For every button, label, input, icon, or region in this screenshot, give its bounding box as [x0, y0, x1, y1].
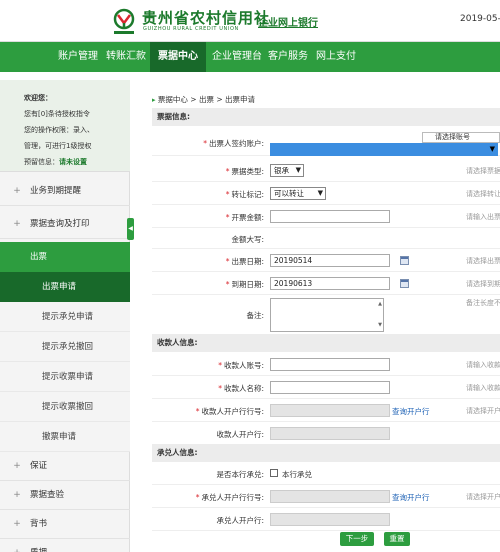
current-date: 2019-05-14	[460, 14, 500, 24]
calendar-icon[interactable]	[400, 256, 409, 265]
sidebar-group-issue[interactable]: 出票	[0, 242, 130, 272]
row-transfer-flag: * 转让标记: 可以转让 ▼ 请选择转让	[152, 183, 500, 205]
bank-logo-icon	[113, 8, 135, 34]
payee-bank-input[interactable]	[270, 427, 390, 440]
expand-icon: +	[13, 219, 21, 229]
section-payee-info: 收款人信息:	[152, 334, 500, 352]
sidebar: 欢迎您： 您有[0]条待授权指令 您的操作权限：录入、 管理，可进行1级授权 预…	[0, 80, 130, 552]
amount-input[interactable]	[270, 210, 390, 223]
nav-account[interactable]: 账户管理	[58, 42, 98, 72]
row-payee-bank-no: * 收款人开户行行号: 查询开户行 请选择开户	[152, 400, 500, 422]
due-date-input[interactable]: 20190613	[270, 277, 390, 290]
chevron-down-icon: ▼	[317, 189, 323, 197]
expand-icon: +	[12, 538, 22, 552]
sidebar-sub-cancel-apply[interactable]: 撤票申请	[0, 422, 130, 452]
sidebar-item-verify[interactable]: + 票据查验	[0, 480, 130, 510]
bank-name: 贵州省农村信用社	[142, 9, 271, 27]
permission-text-2: 管理，可进行1级授权	[24, 142, 92, 150]
welcome-greeting: 欢迎您：	[24, 94, 52, 102]
row-acceptor-bank: 承兑人开户行:	[152, 509, 500, 531]
sidebar-item-endorse[interactable]: + 背书	[0, 509, 130, 539]
payee-bank-no-input[interactable]	[270, 404, 390, 417]
ebank-link[interactable]: 企业网上银行	[258, 14, 318, 29]
chevron-down-icon: ▼	[295, 166, 301, 174]
acceptor-bank-input[interactable]	[270, 513, 390, 526]
bank-name-en: GUIZHOU RURAL CREDIT UNION	[143, 26, 239, 32]
breadcrumb: ▸ 票据中心 > 出票 > 出票申请	[152, 95, 256, 104]
scroll-down-icon[interactable]: ▼	[378, 320, 382, 331]
row-bill-type: * 票据类型: 银承 ▼ 请选择票据	[152, 160, 500, 182]
main-nav: 账户管理 转账汇款 票据中心 企业管理台 客户服务 网上支付	[0, 42, 500, 72]
expand-icon: +	[13, 519, 21, 529]
transfer-flag-select[interactable]: 可以转让 ▼	[270, 187, 326, 200]
row-issue-date: * 出票日期: 20190514 请选择出票	[152, 250, 500, 272]
row-due-date: * 到期日期: 20190613 请选择到期	[152, 273, 500, 295]
sidebar-sub-accept-apply[interactable]: 提示承兑申请	[0, 302, 130, 332]
scroll-up-icon[interactable]: ▲	[378, 299, 382, 310]
breadcrumb-arrow-icon: ▸	[152, 96, 156, 104]
sidebar-sub-receive-apply[interactable]: 提示收票申请	[0, 362, 130, 392]
remark-textarea[interactable]: ▲ ▼	[270, 298, 384, 332]
payee-account-input[interactable]	[270, 358, 390, 371]
row-payee-name: * 收款人名称: 请输入收款	[152, 377, 500, 399]
row-remark: 备注: ▲ ▼ 备注长度不	[152, 296, 500, 336]
drawer-account-select[interactable]: ▼	[270, 143, 498, 156]
permission-text: 您的操作权限：录入、	[24, 126, 94, 134]
issue-date-input[interactable]: 20190514	[270, 254, 390, 267]
nav-enterprise[interactable]: 企业管理台	[212, 42, 262, 72]
calendar-icon[interactable]	[400, 279, 409, 288]
sidebar-item-reminder[interactable]: + 业务到期提醒	[0, 176, 130, 206]
drawer-account-hint: 请选择账号	[422, 132, 500, 143]
row-acceptor-bank-no: * 承兑人开户行行号: 查询开户行 请选择开户	[152, 486, 500, 508]
row-payee-bank: 收款人开户行:	[152, 423, 500, 445]
expand-icon: +	[13, 186, 21, 196]
sidebar-item-pledge[interactable]: + 质押	[0, 538, 130, 552]
nav-transfer[interactable]: 转账汇款	[106, 42, 146, 72]
payee-name-input[interactable]	[270, 381, 390, 394]
sidebar-sub-receive-withdraw[interactable]: 提示收票撤回	[0, 392, 130, 422]
bill-type-select[interactable]: 银承 ▼	[270, 164, 304, 177]
acceptor-bank-no-input[interactable]	[270, 490, 390, 503]
expand-icon: +	[13, 490, 21, 500]
nav-service[interactable]: 客户服务	[268, 42, 308, 72]
chevron-down-icon: ▼	[489, 145, 495, 153]
welcome-panel: 欢迎您： 您有[0]条待授权指令 您的操作权限：录入、 管理，可进行1级授权 预…	[0, 80, 130, 172]
row-drawer-account: * 出票人签约账户: ▼ 请选择账号	[152, 130, 500, 156]
query-acceptor-bank-link[interactable]: 查询开户行	[392, 492, 430, 503]
next-step-button[interactable]: 下一步	[340, 532, 374, 546]
sidebar-sub-issue-apply[interactable]: 出票申请	[0, 272, 130, 302]
section-acceptor-info: 承兑人信息:	[152, 444, 500, 462]
same-bank-checkbox[interactable]	[270, 469, 278, 477]
query-payee-bank-link[interactable]: 查询开户行	[392, 406, 430, 417]
reset-button[interactable]: 重置	[384, 532, 410, 546]
sidebar-collapse-button[interactable]: ◀	[127, 218, 134, 240]
row-payee-account: * 收款人账号: 请输入收款	[152, 354, 500, 376]
header: 贵州省农村信用社 GUIZHOU RURAL CREDIT UNION 企业网上…	[0, 0, 500, 42]
section-ticket-info: 票据信息:	[152, 108, 500, 126]
sidebar-item-query-print[interactable]: + 票据查询及打印	[0, 209, 130, 239]
sidebar-item-guarantee[interactable]: + 保证	[0, 451, 130, 481]
row-same-bank: 是否本行承兑: 本行承兑	[152, 463, 500, 485]
expand-icon: +	[13, 461, 21, 471]
row-amount: * 开票金额: 请输入出票	[152, 206, 500, 228]
nav-online-pay[interactable]: 网上支付	[316, 42, 356, 72]
nav-bill-center[interactable]: 票据中心	[150, 42, 206, 72]
pending-count: 您有[0]条待授权指令	[24, 110, 90, 118]
row-amount-cn: 金额大写:	[152, 229, 500, 249]
reserved-info: 预留信息：请未设置	[24, 158, 87, 166]
sidebar-sub-accept-withdraw[interactable]: 提示承兑撤回	[0, 332, 130, 362]
